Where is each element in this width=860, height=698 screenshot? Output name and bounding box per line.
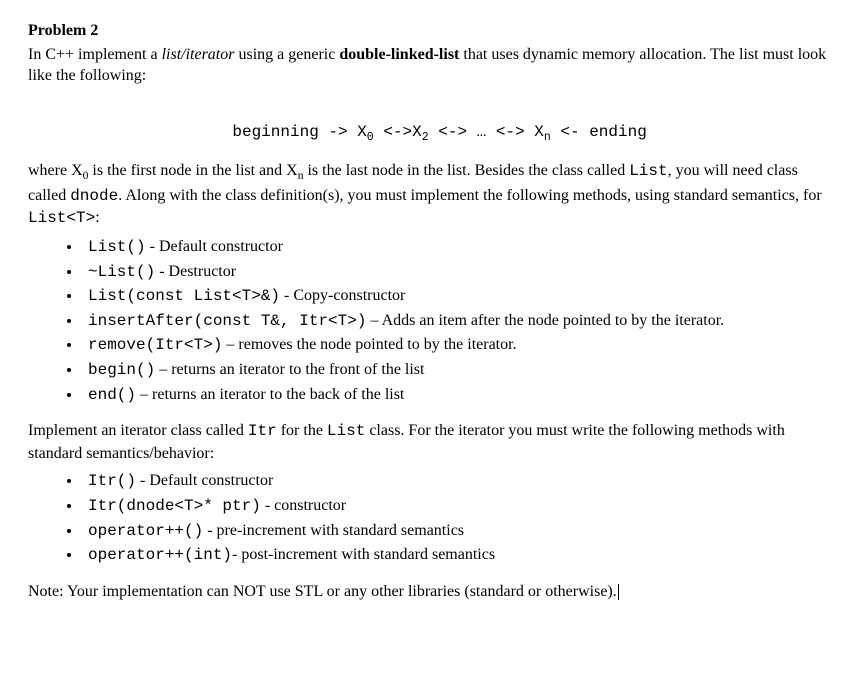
diagram-sub-2: 2 (422, 132, 429, 145)
diagram-mid-b: <-> … <-> X (429, 123, 544, 141)
list-item: operator++() - pre-increment with standa… (82, 520, 832, 543)
method-code: operator++(int) (88, 546, 232, 564)
where-p6: : (95, 209, 99, 226)
list-item: begin() – returns an iterator to the fro… (82, 359, 832, 382)
method-desc: - post-increment with standard semantics (232, 546, 495, 563)
list-item: Itr() - Default constructor (82, 470, 832, 493)
methods-list-1: List() - Default constructor ~List() - D… (28, 236, 832, 406)
diagram-begin: beginning -> X (232, 123, 366, 141)
list-item: insertAfter(const T&, Itr<T>) – Adds an … (82, 310, 832, 333)
note-text: Note: Your implementation can NOT use ST… (28, 583, 617, 600)
methods-list-2: Itr() - Default constructor Itr(dnode<T>… (28, 470, 832, 566)
method-code: insertAfter(const T&, Itr<T>) (88, 312, 366, 330)
method-code: begin() (88, 361, 155, 379)
method-code: end() (88, 386, 136, 404)
intro-paragraph: In C++ implement a list/iterator using a… (28, 44, 832, 87)
where-m3: List<T> (28, 209, 95, 227)
list-item: operator++(int)- post-increment with sta… (82, 544, 832, 567)
method-code: ~List() (88, 263, 155, 281)
iter-m2: List (327, 422, 365, 440)
method-desc: - constructor (261, 497, 346, 514)
method-desc: - Default constructor (136, 472, 273, 489)
method-code: List(const List<T>&) (88, 287, 280, 305)
method-code: List() (88, 238, 146, 256)
where-m2: dnode (70, 187, 118, 205)
where-p3: is the last node in the list. Besides th… (303, 162, 629, 179)
heading: Problem 2 (28, 20, 832, 42)
diagram-sub-n: n (544, 132, 551, 145)
list-item: Itr(dnode<T>* ptr) - constructor (82, 495, 832, 518)
method-desc: - pre-increment with standard semantics (203, 522, 464, 539)
note-paragraph: Note: Your implementation can NOT use ST… (28, 581, 832, 603)
method-desc: – Adds an item after the node pointed to… (366, 312, 724, 329)
intro-bold: double-linked-list (339, 46, 459, 63)
method-code: Itr(dnode<T>* ptr) (88, 497, 261, 515)
intro-italic: list/iterator (162, 46, 235, 63)
iter-p2: for the (277, 422, 327, 439)
list-item: List() - Default constructor (82, 236, 832, 259)
method-desc: - Destructor (155, 263, 236, 280)
method-desc: – removes the node pointed to by the ite… (222, 336, 516, 353)
where-p5: . Along with the class definition(s), yo… (118, 187, 821, 204)
list-item: remove(Itr<T>) – removes the node pointe… (82, 334, 832, 357)
list-item: end() – returns an iterator to the back … (82, 384, 832, 407)
where-paragraph: where X0 is the first node in the list a… (28, 160, 832, 230)
method-desc: – returns an iterator to the front of th… (155, 361, 424, 378)
where-p1: where X (28, 162, 83, 179)
iter-p1: Implement an iterator class called (28, 422, 248, 439)
intro-text-2: using a generic (234, 46, 339, 63)
diagram-line: beginning -> X0 <->X2 <-> … <-> Xn <- en… (28, 101, 832, 146)
intro-text-1: In C++ implement a (28, 46, 162, 63)
method-desc: - Copy-constructor (280, 287, 405, 304)
method-desc: – returns an iterator to the back of the… (136, 386, 404, 403)
method-code: Itr() (88, 472, 136, 490)
method-code: remove(Itr<T>) (88, 336, 222, 354)
method-code: operator++() (88, 522, 203, 540)
list-item: List(const List<T>&) - Copy-constructor (82, 285, 832, 308)
where-m1: List (629, 162, 667, 180)
where-p2: is the first node in the list and X (88, 162, 297, 179)
diagram-end: <- ending (551, 123, 647, 141)
iterator-paragraph: Implement an iterator class called Itr f… (28, 420, 832, 464)
diagram-mid-a: <->X (374, 123, 422, 141)
text-cursor (618, 584, 619, 600)
method-desc: - Default constructor (146, 238, 283, 255)
iter-m1: Itr (248, 422, 277, 440)
diagram-sub-0: 0 (367, 132, 374, 145)
list-item: ~List() - Destructor (82, 261, 832, 284)
